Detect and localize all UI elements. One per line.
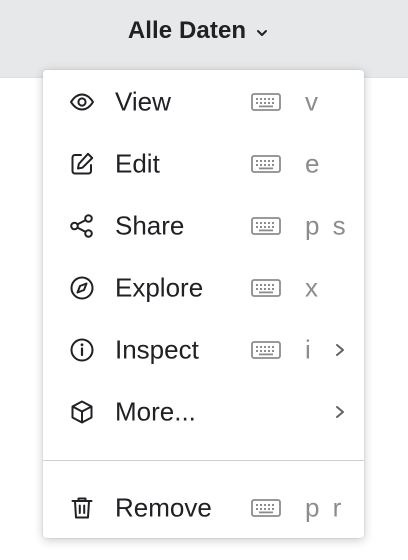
menu-item-more[interactable]: More... bbox=[43, 384, 364, 440]
menu-item-remove[interactable]: Remove p r bbox=[43, 480, 364, 536]
menu-item-shortcut: p r bbox=[305, 492, 345, 523]
menu-item-shortcut: p s bbox=[305, 210, 349, 241]
menu-divider bbox=[43, 460, 364, 461]
menu-item-label: Explore bbox=[115, 272, 204, 303]
menu-item-view[interactable]: View v bbox=[43, 74, 364, 130]
menu-item-inspect[interactable]: Inspect i bbox=[43, 322, 364, 378]
keyboard-icon bbox=[251, 216, 281, 236]
eye-icon bbox=[68, 88, 96, 116]
chevron-right-icon bbox=[333, 341, 347, 359]
chevron-down-icon bbox=[254, 25, 270, 41]
keyboard-icon bbox=[251, 154, 281, 174]
menu-item-explore[interactable]: Explore x bbox=[43, 260, 364, 316]
panel-title-button[interactable]: Alle Daten bbox=[0, 0, 408, 77]
trash-icon bbox=[68, 494, 96, 522]
chevron-right-icon bbox=[333, 403, 347, 421]
menu-item-label: Remove bbox=[115, 492, 212, 523]
compass-icon bbox=[68, 274, 96, 302]
panel-context-menu: View v Edit e Share p s Explore x Inspec… bbox=[43, 70, 364, 538]
menu-item-shortcut: x bbox=[305, 272, 321, 303]
panel-header: Alle Daten bbox=[0, 0, 408, 78]
keyboard-icon bbox=[251, 498, 281, 518]
keyboard-icon bbox=[251, 278, 281, 298]
menu-item-label: Inspect bbox=[115, 334, 199, 365]
menu-item-label: Share bbox=[115, 210, 185, 241]
keyboard-icon bbox=[251, 92, 281, 112]
menu-item-shortcut: i bbox=[305, 334, 314, 365]
info-icon bbox=[68, 336, 96, 364]
menu-item-edit[interactable]: Edit e bbox=[43, 136, 364, 192]
menu-item-share[interactable]: Share p s bbox=[43, 198, 364, 254]
menu-item-label: View bbox=[115, 86, 171, 117]
menu-item-shortcut: v bbox=[305, 86, 321, 117]
edit-icon bbox=[68, 150, 96, 178]
share-icon bbox=[68, 212, 96, 240]
menu-item-label: More... bbox=[115, 396, 196, 427]
panel-title: Alle Daten bbox=[127, 16, 247, 44]
menu-item-shortcut: e bbox=[305, 148, 323, 179]
menu-item-label: Edit bbox=[115, 148, 160, 179]
cube-icon bbox=[68, 398, 96, 426]
keyboard-icon bbox=[251, 340, 281, 360]
